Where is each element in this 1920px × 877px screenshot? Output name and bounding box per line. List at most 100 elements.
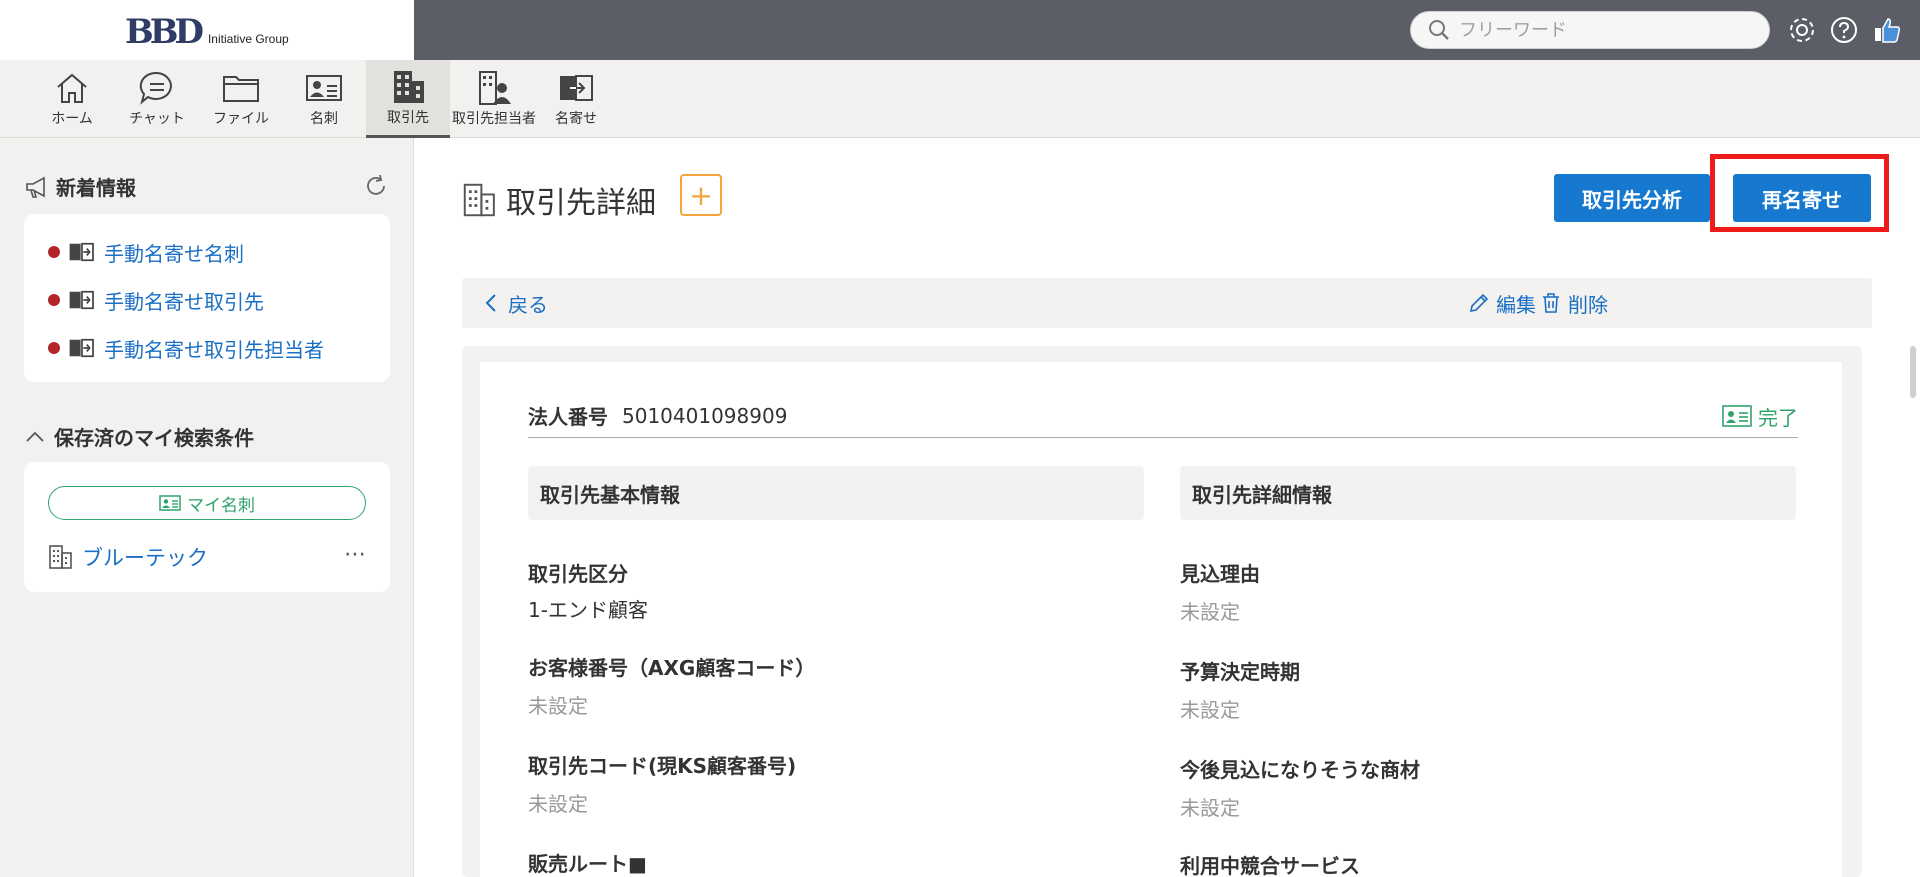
corporate-number-label: 法人番号 <box>528 405 608 429</box>
news-list: 手動名寄せ名刺 手動名寄せ取引先 手動名寄せ取引先担当者 <box>24 214 390 382</box>
add-button[interactable]: + <box>680 174 722 216</box>
nav-home[interactable]: ホーム <box>40 60 104 138</box>
search-input[interactable] <box>1459 19 1749 41</box>
nav-label: 名寄せ <box>555 111 597 127</box>
nav-label: 取引先 <box>387 109 429 126</box>
refresh-icon[interactable] <box>364 174 388 202</box>
nav-business-cards[interactable]: 名刺 <box>294 60 354 138</box>
gear-icon[interactable] <box>1785 13 1819 47</box>
nav-chat[interactable]: チャット <box>122 60 192 138</box>
help-icon[interactable] <box>1827 13 1861 47</box>
detail-panel: 法人番号 5010401098909 完了 取引先基本情報 取引先詳細情報 取引… <box>462 346 1862 877</box>
field-value: 1-エンド顧客 <box>528 598 648 622</box>
back-link[interactable]: 戻る <box>484 278 548 328</box>
field-value: 未設定 <box>1180 698 1240 722</box>
unread-dot <box>48 294 60 306</box>
nav-accounts[interactable]: 取引先 <box>366 60 450 138</box>
megaphone-icon <box>26 176 45 198</box>
chat-icon <box>139 71 172 105</box>
account-analysis-button[interactable]: 取引先分析 <box>1554 174 1710 222</box>
action-bar: 戻る 編集 削除 <box>462 278 1872 328</box>
saved-search-title: 保存済のマイ検索条件 <box>54 426 254 450</box>
business-card-icon <box>306 75 342 101</box>
merge-icon <box>69 242 94 262</box>
news-item-label: 手動名寄せ取引先 <box>104 289 264 314</box>
logo-main-text: BBD <box>125 12 204 52</box>
sidebar: 新着情報 手動名寄せ名刺 手動名寄せ取引先 手動名寄せ取引先担当者 保存済のマイ… <box>0 138 414 877</box>
top-bar: BBD Initiative Group <box>0 0 1920 60</box>
nav-label: 取引先担当者 <box>452 111 536 127</box>
field-value: 未設定 <box>528 792 588 816</box>
merge-icon <box>69 338 94 358</box>
news-item[interactable]: 手動名寄せ取引先 <box>24 276 390 324</box>
basic-info-header: 取引先基本情報 <box>528 466 1144 520</box>
field-label: 今後見込になりそうな商材 <box>1180 758 1420 782</box>
highlight-box <box>1710 154 1889 232</box>
news-title: 新着情報 <box>56 176 136 200</box>
unread-dot <box>48 342 60 354</box>
my-business-cards-button[interactable]: マイ名刺 <box>48 486 366 520</box>
field-label: 取引先区分 <box>528 562 628 586</box>
unread-dot <box>48 246 60 258</box>
news-item[interactable]: 手動名寄せ取引先担当者 <box>24 324 390 372</box>
home-icon <box>57 73 87 103</box>
field-value: 未設定 <box>1180 600 1240 624</box>
delete-link[interactable]: 削除 <box>1540 278 1608 328</box>
nav-label: ファイル <box>213 111 269 127</box>
merge-icon <box>69 290 94 310</box>
field-label: 利用中競合サービス <box>1180 854 1360 877</box>
nav-label: 名刺 <box>310 111 338 127</box>
news-item-label: 手動名寄せ名刺 <box>104 241 244 266</box>
field-value: 未設定 <box>1180 796 1240 820</box>
chevron-left-icon <box>485 294 496 312</box>
field-label: 見込理由 <box>1180 562 1260 586</box>
logo-area: BBD Initiative Group <box>0 0 414 60</box>
saved-search-header[interactable]: 保存済のマイ検索条件 <box>24 422 254 451</box>
saved-search-item[interactable]: ブルーテック ⋯ <box>48 540 366 574</box>
main-navigation: ホーム チャット ファイル 名刺 取引先 取引先担当者 名寄せ <box>0 60 1920 138</box>
trash-icon <box>1543 293 1559 313</box>
merge-icon <box>560 75 593 101</box>
done-status[interactable]: 完了 <box>1722 394 1798 438</box>
field-label: 取引先コード(現KS顧客番号) <box>528 754 797 778</box>
edit-link[interactable]: 編集 <box>1468 278 1536 328</box>
detail-card: 法人番号 5010401098909 完了 取引先基本情報 取引先詳細情報 取引… <box>480 362 1842 877</box>
logo-sub-text: Initiative Group <box>207 32 289 46</box>
building-icon <box>463 183 495 217</box>
search-icon <box>1429 20 1449 40</box>
building-icon <box>394 70 424 103</box>
saved-search-card: マイ名刺 ブルーテック ⋯ <box>24 462 390 592</box>
nav-account-contacts[interactable]: 取引先担当者 <box>452 60 536 138</box>
main-content: 取引先詳細 + 取引先分析 再名寄せ 戻る 編集 削除 法人番号 5010401… <box>414 138 1920 877</box>
contact-person-icon <box>479 71 511 105</box>
building-icon <box>49 545 72 569</box>
chevron-up-icon <box>26 431 44 442</box>
thumbs-up-icon[interactable] <box>1870 13 1904 47</box>
field-label: 販売ルート■ <box>528 852 647 876</box>
done-label: 完了 <box>1758 405 1798 430</box>
field-label: 予算決定時期 <box>1180 660 1300 684</box>
nav-files[interactable]: ファイル <box>204 60 278 138</box>
field-value: 未設定 <box>528 694 588 718</box>
detail-info-header: 取引先詳細情報 <box>1180 466 1796 520</box>
nav-merge[interactable]: 名寄せ <box>548 60 604 138</box>
pencil-icon <box>1469 293 1489 313</box>
delete-label: 削除 <box>1568 292 1608 317</box>
business-card-icon <box>1722 405 1752 427</box>
news-item[interactable]: 手動名寄せ名刺 <box>24 228 390 276</box>
field-label: お客様番号（AXG顧客コード） <box>528 656 816 680</box>
company-logo[interactable]: BBD Initiative Group <box>125 10 289 50</box>
back-label: 戻る <box>508 292 548 317</box>
page-title: 取引先詳細 <box>462 178 656 222</box>
my-business-cards-label: マイ名刺 <box>187 495 255 516</box>
more-options-icon[interactable]: ⋯ <box>344 540 366 574</box>
page-title-text: 取引先詳細 <box>506 186 656 221</box>
business-card-icon <box>159 495 181 511</box>
scrollbar-thumb[interactable] <box>1910 346 1916 398</box>
search-box[interactable] <box>1410 11 1770 49</box>
nav-label: ホーム <box>51 111 93 127</box>
corporate-number-value: 5010401098909 <box>622 403 788 428</box>
news-header: 新着情報 <box>24 172 136 201</box>
news-item-label: 手動名寄せ取引先担当者 <box>104 337 324 362</box>
saved-search-label: ブルーテック <box>82 546 208 570</box>
